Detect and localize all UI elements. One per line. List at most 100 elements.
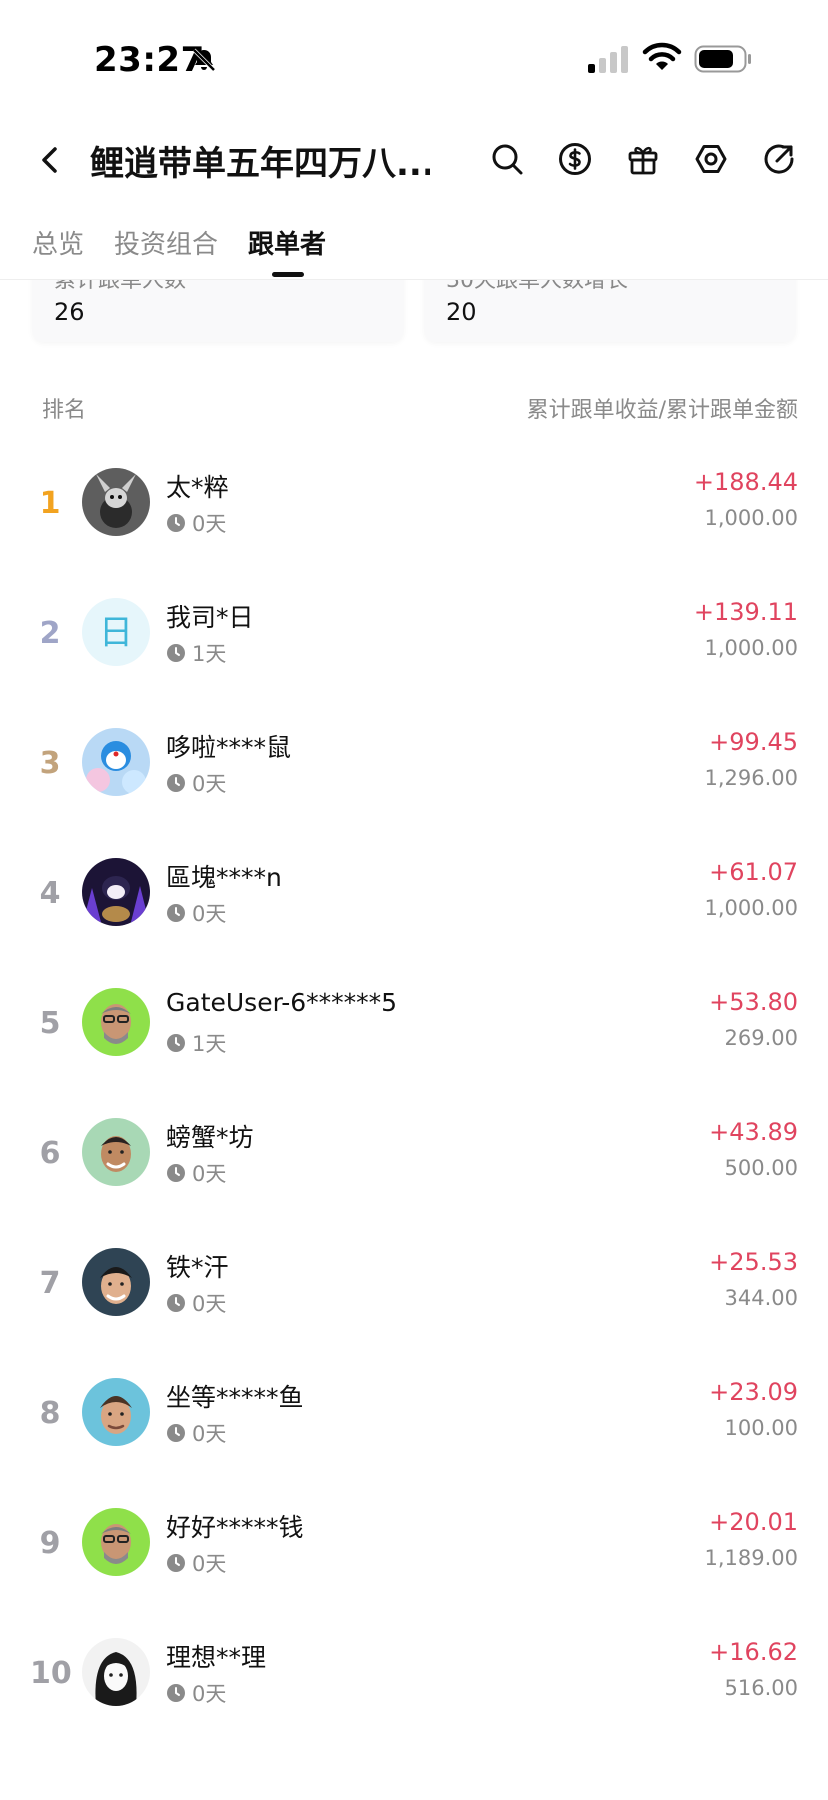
- stat-label: 累计跟单人数: [54, 280, 187, 293]
- user-name: 區塊****n: [166, 863, 282, 892]
- list-item[interactable]: 9 好好*****钱 0天 +20.01 1,189.00: [0, 1486, 828, 1616]
- rank-number: 7: [39, 1266, 61, 1301]
- avatar[interactable]: [82, 858, 150, 926]
- avatar[interactable]: [82, 468, 150, 536]
- avatar-text: 日: [99, 613, 133, 653]
- avatar[interactable]: [82, 1508, 150, 1576]
- avatar-image: [82, 988, 150, 1056]
- clock-icon: [167, 1164, 185, 1182]
- days-text: 0天: [192, 1422, 227, 1446]
- avatar-image: [82, 1118, 150, 1186]
- profit-value: +43.89: [709, 1118, 798, 1146]
- avatar[interactable]: 日: [82, 598, 150, 666]
- user-name: GateUser-6******5: [166, 988, 398, 1017]
- stat-value: 20: [446, 298, 477, 326]
- clock-icon: [167, 904, 185, 922]
- follow-duration: 0天: [166, 508, 226, 538]
- days-text: 1天: [192, 642, 227, 666]
- avatar[interactable]: [82, 1378, 150, 1446]
- user-name: 太*粹: [166, 473, 229, 502]
- clock-icon: [167, 1554, 185, 1572]
- list-item[interactable]: 5 GateUser-6******5 1天 +53.80 269.00: [0, 966, 828, 1096]
- days-text: 0天: [192, 1292, 227, 1316]
- back-button[interactable]: [30, 140, 70, 180]
- user-name: 坐等*****鱼: [166, 1383, 304, 1412]
- tab-overview[interactable]: 总览: [32, 224, 84, 261]
- avatar-image: [82, 1508, 150, 1576]
- profit-value: +20.01: [709, 1508, 798, 1536]
- list-item[interactable]: 10 理想**理 0天 +16.62 516.00: [0, 1616, 828, 1746]
- list-item[interactable]: 2 日 我司*日 1天 +139.11 1,000.00: [0, 576, 828, 706]
- rank-number: 10: [30, 1656, 72, 1691]
- search-button[interactable]: [488, 140, 526, 178]
- amount-value: 1,000.00: [704, 636, 798, 660]
- rank-number: 1: [39, 486, 61, 521]
- share-button[interactable]: [760, 140, 798, 178]
- amount-value: 516.00: [724, 1676, 798, 1700]
- tab-portfolio[interactable]: 投资组合: [114, 224, 218, 261]
- profit-value: +53.80: [709, 988, 798, 1016]
- dollar-button[interactable]: [556, 140, 594, 178]
- days-text: 0天: [192, 1162, 227, 1186]
- status-bar: 23:27: [0, 0, 828, 120]
- days-text: 0天: [192, 902, 227, 926]
- amount-value: 1,189.00: [704, 1546, 798, 1570]
- avatar-image: [82, 1378, 150, 1446]
- signal-icon: [588, 46, 628, 73]
- user-name: 好好*****钱: [166, 1513, 304, 1542]
- follow-duration: 0天: [166, 1288, 226, 1318]
- amount-value: 1,000.00: [704, 896, 798, 920]
- stat-card-total-followers: 累计跟单人数 26: [32, 280, 404, 342]
- avatar[interactable]: [82, 1248, 150, 1316]
- user-name: 我司*日: [166, 603, 254, 632]
- profit-value: +23.09: [709, 1378, 798, 1406]
- amount-value: 344.00: [724, 1286, 798, 1310]
- avatar-image: [82, 728, 150, 796]
- avatar[interactable]: [82, 728, 150, 796]
- avatar-image: [82, 858, 150, 926]
- amount-value: 1,000.00: [704, 506, 798, 530]
- follow-duration: 1天: [166, 638, 226, 668]
- search-icon: [492, 144, 523, 175]
- avatar-image: 日: [82, 598, 150, 666]
- tab-followers[interactable]: 跟单者: [248, 224, 326, 261]
- list-item[interactable]: 7 铁*汗 0天 +25.53 344.00: [0, 1226, 828, 1356]
- avatar-image: [82, 1248, 150, 1316]
- chevron-left-icon: [42, 147, 57, 173]
- days-text: 1天: [192, 1032, 227, 1056]
- battery-icon: [694, 45, 751, 73]
- rank-number: 3: [39, 746, 61, 781]
- clock-icon: [167, 1684, 185, 1702]
- avatar[interactable]: [82, 1118, 150, 1186]
- user-name: 螃蟹*坊: [166, 1123, 254, 1152]
- list-item[interactable]: 4 區塊****n 0天 +61.07 1,000.00: [0, 836, 828, 966]
- follow-duration: 0天: [166, 898, 226, 928]
- user-name: 铁*汗: [166, 1253, 229, 1282]
- list-item[interactable]: 1 太*粹 0天 +188.44 1,000.00: [0, 446, 828, 576]
- stat-card-30d-growth: 30天跟单人数增长 20: [424, 280, 796, 342]
- list-item[interactable]: 8 坐等*****鱼 0天 +23.09 100.00: [0, 1356, 828, 1486]
- stat-label: 30天跟单人数增长: [446, 280, 628, 293]
- settings-button[interactable]: [692, 140, 730, 178]
- user-name: 哆啦****鼠: [166, 733, 292, 762]
- avatar[interactable]: [82, 988, 150, 1056]
- clock-icon: [167, 514, 185, 532]
- amount-value: 500.00: [724, 1156, 798, 1180]
- follower-list: 1 太*粹 0天 +188.44 1,000.00 2 日 我司*日 1天 +1…: [0, 446, 828, 1746]
- rank-number: 5: [39, 1006, 61, 1041]
- clock-icon: [167, 644, 185, 662]
- rank-number: 2: [39, 616, 61, 651]
- amount-column-header: 累计跟单收益/累计跟单金额: [526, 398, 798, 423]
- follow-duration: 0天: [166, 1158, 226, 1188]
- gift-button[interactable]: [624, 140, 662, 178]
- list-item[interactable]: 6 螃蟹*坊 0天 +43.89 500.00: [0, 1096, 828, 1226]
- header: 鲤逍带单五年四万八...: [0, 120, 828, 200]
- avatar[interactable]: [82, 1638, 150, 1706]
- days-text: 0天: [192, 1682, 227, 1706]
- profit-value: +139.11: [693, 598, 798, 626]
- follow-duration: 0天: [166, 1418, 226, 1448]
- gift-icon: [628, 146, 658, 175]
- list-item[interactable]: 3 哆啦****鼠 0天 +99.45 1,296.00: [0, 706, 828, 836]
- stats-section: 累计跟单人数 26 30天跟单人数增长 20: [0, 280, 828, 350]
- settings-icon: [695, 145, 727, 173]
